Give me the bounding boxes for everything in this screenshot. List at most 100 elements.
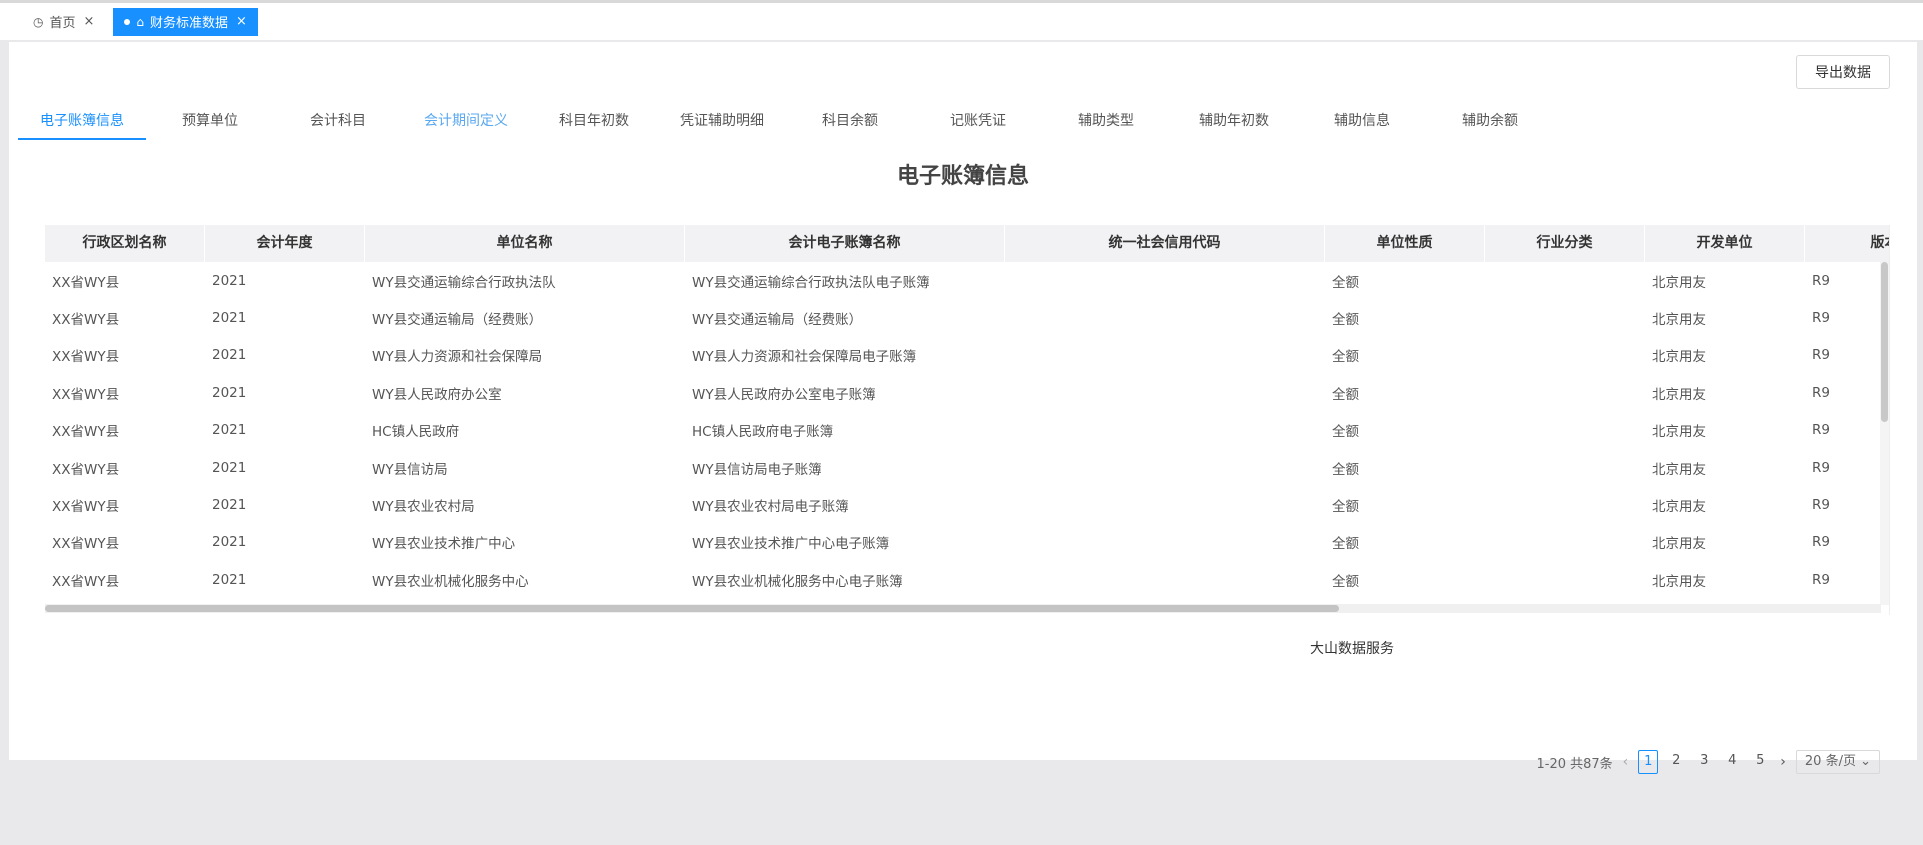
subtab-5[interactable]: 凭证辅助明细 [658,104,786,140]
subtab-label: 凭证辅助明细 [680,113,764,129]
subtab-11[interactable]: 辅助余额 [1426,104,1554,140]
column-header[interactable]: 行政区划名称 [45,225,205,262]
subtab-6[interactable]: 科目余额 [786,104,914,140]
vertical-scroll-thumb[interactable] [1881,262,1888,422]
subtab-4[interactable]: 科目年初数 [530,104,658,140]
column-header[interactable]: 会计电子账簿名称 [685,225,1005,262]
next-page-icon[interactable]: › [1780,754,1786,770]
table-cell: HC镇人民政府电子账簿 [692,424,834,441]
table-cell: R9 [1812,534,1830,551]
page-button[interactable]: 1 [1638,750,1659,774]
table-cell: 北京用友 [1652,536,1706,553]
table-cell: WY县人民政府办公室 [372,386,502,403]
table-cell: R9 [1812,459,1830,476]
subtab-2[interactable]: 会计科目 [274,104,402,140]
tab-home-label: 首页 [49,16,76,31]
vertical-scrollbar[interactable] [1880,262,1889,605]
subtab-bar: 电子账簿信息 预算单位 会计科目 会计期间定义 科目年初数 凭证辅助明细 科目余额 记账凭证 辅… [18,104,1554,140]
table-cell: 全额 [1332,536,1359,553]
table-cell: 全额 [1332,573,1359,590]
table-row[interactable]: XX省WY县 2021 WY县人力资源和社会保障局 WY县人力资源和社会保障局电子账簿… [45,337,1889,374]
subtab-0[interactable]: 电子账簿信息 [18,104,146,140]
tab-home[interactable]: ◷ 首页 × [22,8,105,36]
pagination-summary: 1-20 共87条 [1536,756,1613,772]
subtab-label: 科目年初数 [559,113,629,129]
page-button[interactable]: 3 [1694,750,1714,774]
table-cell: XX省WY县 [52,536,120,553]
table-header: 行政区划名称 会计年度 单位名称 会计电子账簿名称 统一社会信用代码 单位性质 行业分类 开发… [45,225,1890,262]
table-cell: XX省WY县 [52,424,120,441]
table-cell: HC镇人民政府 [372,424,460,441]
active-dot-icon [124,18,131,25]
subtab-label: 辅助信息 [1334,113,1390,129]
pagination: 1-20 共87条 ‹ 12345 › 20 条/页 ⌄ [1536,750,1880,774]
table-cell: WY县信访局电子账簿 [692,461,822,478]
column-header[interactable]: 单位性质 [1325,225,1485,262]
table-row[interactable]: XX省WY县 2021 WY县农业农村局 WY县农业农村局电子账簿 全额 北京用友 R9 [45,486,1889,523]
column-header[interactable]: 统一社会信用代码 [1005,225,1325,262]
table-row[interactable]: XX省WY县 2021 WY县农业技术推广中心 WY县农业技术推广中心电子账簿 全额 北京… [45,524,1889,561]
page-button[interactable]: 5 [1750,750,1770,774]
subtab-1[interactable]: 预算单位 [146,104,274,140]
prev-page-icon[interactable]: ‹ [1623,754,1629,770]
column-header[interactable]: 单位名称 [365,225,685,262]
subtab-label: 记账凭证 [950,113,1006,129]
table-cell: 全额 [1332,424,1359,441]
page-button[interactable]: 4 [1722,750,1742,774]
table-cell: 北京用友 [1652,573,1706,590]
watermark-text: 大山数据服务 [1310,641,1394,657]
top-tab-bar: ◷ 首页 × ⌂ 财务标准数据 × [0,0,1923,40]
table-row[interactable]: XX省WY县 2021 WY县农业机械化服务中心 WY县农业机械化服务中心电子账簿 全额… [45,561,1889,598]
table-cell: WY县农业技术推广中心 [372,536,516,553]
table-cell: 2021 [212,534,247,551]
table-cell: WY县交通运输局（经费账） [692,312,863,329]
table-cell: XX省WY县 [52,274,120,291]
table-cell: 全额 [1332,461,1359,478]
table-row[interactable]: XX省WY县 2021 WY县交通运输局（经费账） WY县交通运输局（经费账） 全额 北京… [45,299,1889,336]
subtab-10[interactable]: 辅助信息 [1298,104,1426,140]
column-header[interactable]: 会计年度 [205,225,365,262]
table-cell: 北京用友 [1652,424,1706,441]
table-row[interactable]: XX省WY县 2021 WY县人民政府办公室 WY县人民政府办公室电子账簿 全额 北京用友… [45,374,1889,411]
table-cell: 北京用友 [1652,386,1706,403]
table-cell: WY县人力资源和社会保障局电子账簿 [692,349,917,366]
subtab-3[interactable]: 会计期间定义 [402,104,530,140]
page-size-select[interactable]: 20 条/页 ⌄ [1795,750,1880,774]
export-data-button[interactable]: 导出数据 [1796,55,1890,89]
table-cell: 全额 [1332,274,1359,291]
table-cell: WY县人民政府办公室电子账簿 [692,386,876,403]
subtab-8[interactable]: 辅助类型 [1042,104,1170,140]
table-cell: 2021 [212,347,247,364]
table-cell: R9 [1812,571,1830,588]
table-cell: XX省WY县 [52,386,120,403]
table-cell: WY县交通运输综合行政执法队 [372,274,556,291]
table-cell: XX省WY县 [52,461,120,478]
subtab-7[interactable]: 记账凭证 [914,104,1042,140]
table-row[interactable]: XX省WY县 2021 WY县交通运输综合行政执法队 WY县交通运输综合行政执法队电子… [45,262,1889,299]
tab-finance-standard-data[interactable]: ⌂ 财务标准数据 × [113,7,258,36]
bank-icon: ⌂ [136,14,145,29]
page-button[interactable]: 2 [1666,750,1686,774]
close-icon[interactable]: × [236,14,247,29]
column-header[interactable]: 行业分类 [1485,225,1645,262]
table-cell: WY县交通运输局（经费账） [372,312,543,329]
subtab-9[interactable]: 辅助年初数 [1170,104,1298,140]
table-cell: R9 [1812,347,1830,364]
table-row[interactable]: XX省WY县 2021 WY县信访局 WY县信访局电子账簿 全额 北京用友 R9 [45,449,1889,486]
subtab-label: 电子账簿信息 [40,113,124,129]
column-header[interactable]: 版本 [1805,225,1890,262]
table-body: XX省WY县 2021 WY县交通运输综合行政执法队 WY县交通运输综合行政执法队电子… [45,262,1889,599]
table-cell: WY县农业技术推广中心电子账簿 [692,536,890,553]
table-row[interactable]: XX省WY县 2021 HC镇人民政府 HC镇人民政府电子账簿 全额 北京用友 R9 [45,412,1889,449]
horizontal-scrollbar[interactable] [45,604,1881,613]
dashboard-icon: ◷ [33,14,44,29]
table-cell: R9 [1812,497,1830,514]
horizontal-scroll-thumb[interactable] [45,605,1339,612]
table-cell: 2021 [212,459,247,476]
table-cell: WY县信访局 [372,461,448,478]
close-icon[interactable]: × [84,14,95,29]
column-header[interactable]: 开发单位 [1645,225,1805,262]
table-cell: 全额 [1332,499,1359,516]
subtab-label: 预算单位 [182,113,238,129]
table-cell: R9 [1812,422,1830,439]
